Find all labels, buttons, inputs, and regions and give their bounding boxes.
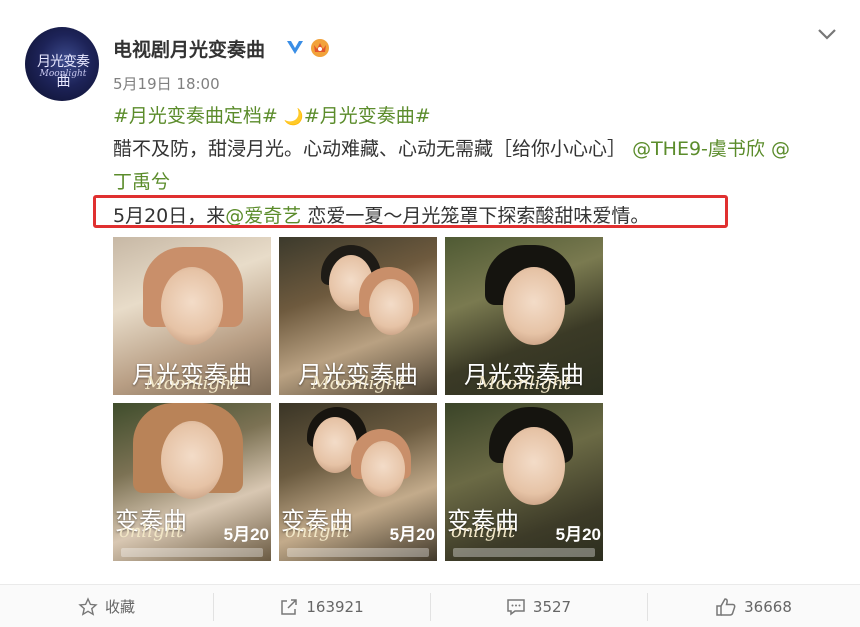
photo-logos (287, 548, 429, 557)
favorite-label: 收藏 (104, 598, 135, 616)
photo-face (161, 267, 223, 345)
photo-face (361, 441, 405, 497)
avatar[interactable]: 月光变奏曲 Moonlight (25, 27, 99, 101)
star-icon (78, 596, 98, 616)
photo-date: 5月20 (389, 525, 435, 544)
photo-subtitle: Moonlight (311, 373, 405, 394)
post-text-2: 醋不及防，甜浸月光。心动难藏、心动无需藏［给你小心心］ (113, 138, 627, 160)
comment-count: 3527 (532, 597, 572, 616)
share-icon (281, 598, 298, 615)
mention-dingyuxi[interactable]: 丁禹兮 (113, 171, 170, 193)
comment-icon (507, 598, 525, 615)
like-button[interactable]: 36668 (647, 585, 860, 627)
photo-6[interactable]: 变奏曲 onlight 5月20 (445, 403, 603, 561)
post-line-2: 醋不及防，甜浸月光。心动难藏、心动无需藏［给你小心心］ @THE9-虞书欣 @ (113, 134, 790, 161)
avatar-subtitle: Moonlight (39, 69, 87, 79)
mention-at[interactable]: @ (771, 138, 790, 160)
photo-date: 5月20 (223, 525, 269, 544)
repost-count: 163921 (306, 597, 364, 616)
photo-date: 5月20 (555, 525, 601, 544)
hashtag-link-2[interactable]: #月光变奏曲# (304, 105, 431, 127)
verified-icon (287, 41, 303, 54)
photo-4[interactable]: 变奏曲 onlight 5月20 (113, 403, 271, 561)
photo-1[interactable]: 月光变奏曲 Moonlight (113, 237, 271, 395)
chevron-down-icon[interactable] (816, 25, 838, 43)
repost-button[interactable]: 163921 (213, 585, 430, 627)
username[interactable]: 电视剧月光变奏曲 (113, 35, 265, 62)
action-bar: 收藏 163921 3527 36668 (0, 584, 860, 627)
photo-face (161, 421, 223, 499)
moon-icon: 🌙 (283, 107, 304, 126)
favorite-button[interactable]: 收藏 (0, 585, 213, 627)
photo-subtitle: Moonlight (477, 373, 571, 394)
vip-crown-icon[interactable] (308, 37, 332, 57)
mention-the9[interactable]: @THE9-虞书欣 (632, 138, 765, 160)
hashtag-link-1[interactable]: #月光变奏曲定档# (113, 105, 278, 127)
post-line-hashtags: #月光变奏曲定档# 🌙#月光变奏曲# (113, 101, 431, 128)
like-icon (716, 597, 736, 616)
highlight-box (93, 195, 728, 228)
post-timestamp[interactable]: 5月19日 18:00 (113, 73, 220, 94)
photo-2[interactable]: 月光变奏曲 Moonlight (279, 237, 437, 395)
photo-face (503, 267, 565, 345)
photo-face (503, 427, 565, 505)
photo-5[interactable]: 变奏曲 onlight 5月20 (279, 403, 437, 561)
photo-subtitle: Moonlight (145, 373, 239, 394)
photo-logos (453, 548, 595, 557)
photo-3[interactable]: 月光变奏曲 Moonlight (445, 237, 603, 395)
like-count: 36668 (744, 597, 792, 616)
comment-button[interactable]: 3527 (430, 585, 647, 627)
photo-face (369, 279, 413, 335)
post-line-3: 丁禹兮 (113, 167, 170, 194)
photo-logos (121, 548, 263, 557)
